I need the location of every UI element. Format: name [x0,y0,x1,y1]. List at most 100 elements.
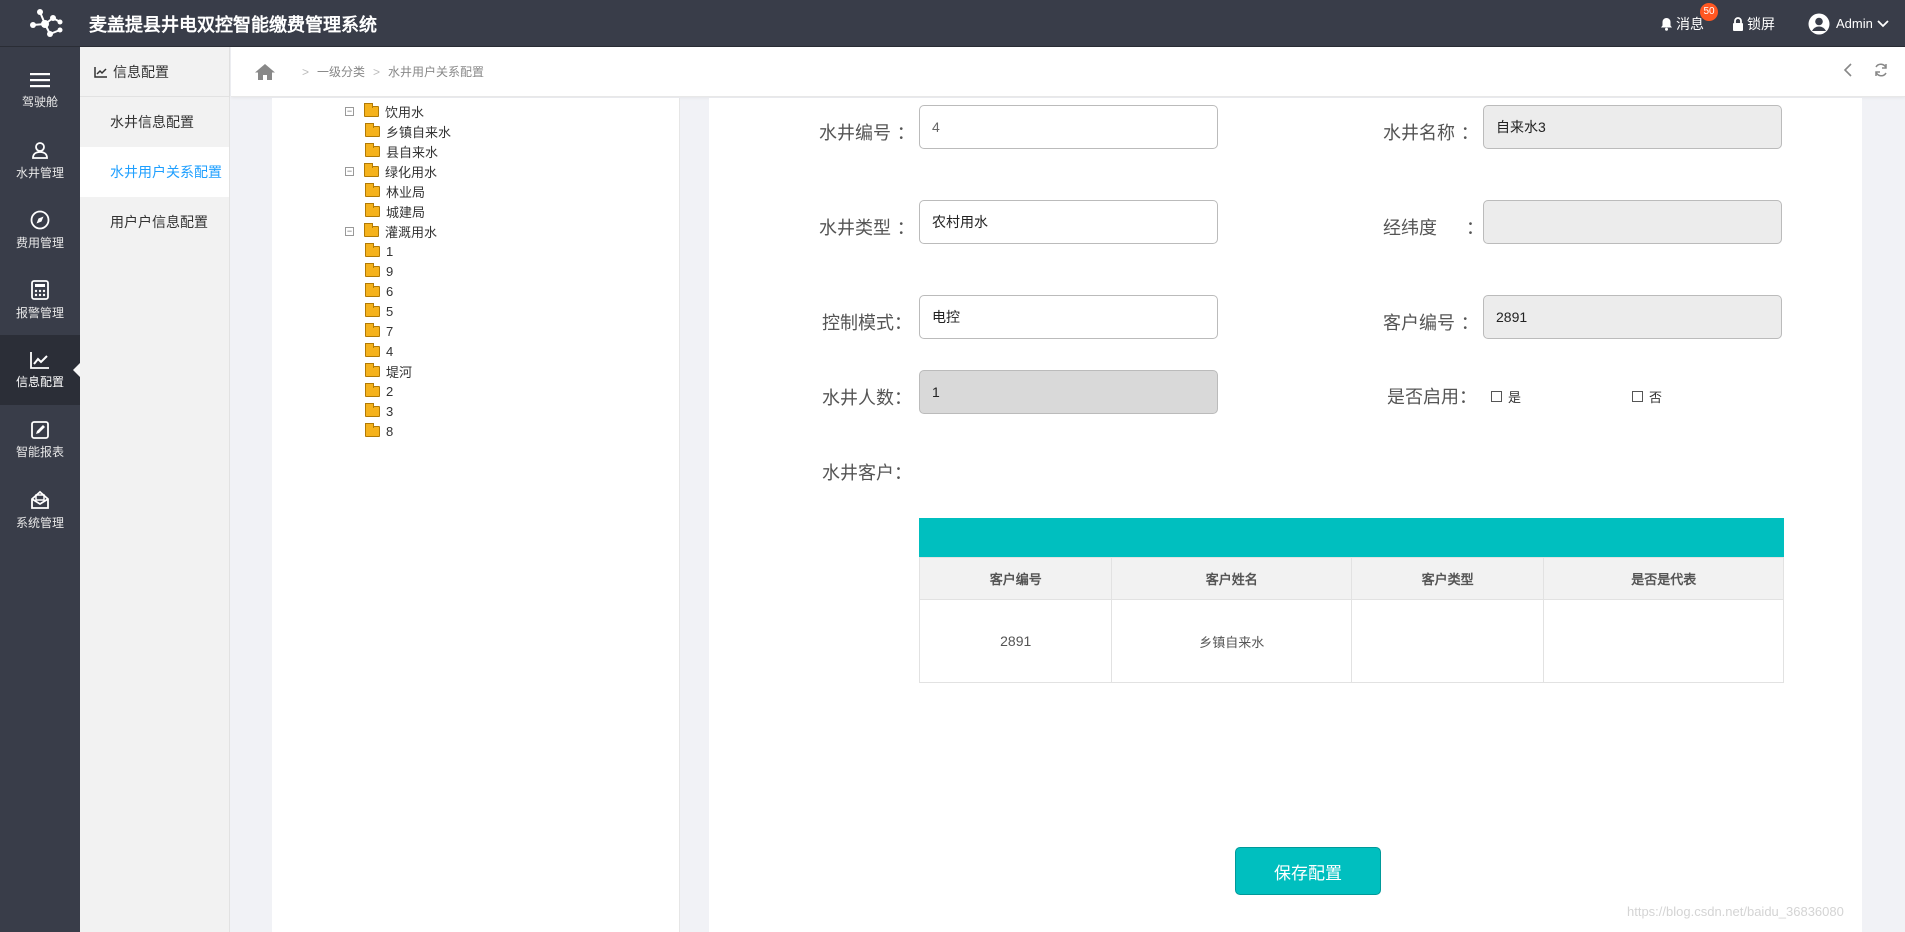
submenu-item-well-user-relation[interactable]: 水井用户关系配置 [80,147,229,197]
table-cell [1543,599,1784,683]
well-customers-label: 水井客户： [822,463,912,484]
column-header[interactable]: 是否是代表 [1543,557,1784,600]
chart-icon [30,351,49,369]
sidebar-item-wells[interactable]: 水井管理 [0,125,80,195]
secondary-menu: 信息配置 水井信息配置 水井用户关系配置 用户户信息配置 [80,47,230,932]
sidebar-item-label: 信息配置 [15,374,64,389]
well-tree-panel: − 饮用水 乡镇自来水 县自来水 − 绿化用水 林业局 城建局 − 灌溉用水 1 9 … [272,98,680,932]
tree-leaf[interactable]: 4 [345,341,451,361]
compass-icon [30,210,50,229]
tree-leaf[interactable]: 6 [345,281,451,301]
tree-group-greening[interactable]: − 绿化用水 [345,161,451,181]
folder-icon [364,222,379,237]
folder-icon [365,362,380,377]
control-mode-field[interactable]: 电控 [919,295,1218,339]
user-menu[interactable]: Admin [1808,0,1892,47]
folder-icon [365,242,380,257]
sidebar-item-label: 驾驶舱 [21,94,58,109]
customer-table-toolbar [919,518,1784,557]
menu-icon [30,72,50,87]
save-config-button[interactable]: 保存配置 [1235,847,1381,895]
tree-group-irrigation[interactable]: − 灌溉用水 [345,221,451,241]
logo-icon [30,9,63,37]
breadcrumb-item-level1[interactable]: > 一级分类 [294,63,365,80]
sidebar-item-label: 水井管理 [15,165,64,180]
table-row[interactable]: 2891 乡镇自来水 [918,599,1784,683]
folder-icon [364,102,379,117]
people-count-label: 水井人数： [822,388,912,409]
tree-leaf[interactable]: 城建局 [345,201,451,221]
folder-icon [365,322,380,337]
chevron-left-icon[interactable] [1843,62,1853,78]
column-header[interactable]: 客户姓名 [1111,557,1352,600]
tree-leaf[interactable]: 堤河 [345,361,451,381]
home-icon[interactable] [254,63,276,81]
chevron-down-icon [1877,19,1889,27]
sidebar-item-reports[interactable]: 智能报表 [0,405,80,475]
folder-icon [364,162,379,177]
messages-label: 消息 [1676,15,1704,32]
checkbox-box[interactable] [1491,391,1502,402]
well-name-field[interactable]: 自来水3 [1483,105,1782,149]
bell-icon [1661,17,1672,31]
column-header[interactable]: 客户编号 [918,557,1113,600]
tree-leaf[interactable]: 3 [345,401,451,421]
sidebar-item-label: 智能报表 [15,444,64,459]
latlng-field[interactable] [1483,200,1782,244]
well-type-field[interactable]: 农村用水 [919,200,1218,244]
message-count-badge: 50 [1700,3,1718,21]
submenu-item-well-info[interactable]: 水井信息配置 [80,97,229,147]
breadcrumb: > 一级分类 > 水井用户关系配置 [231,47,1905,97]
people-count-field[interactable]: 1 [919,370,1218,414]
enabled-no-checkbox[interactable]: 否 [1632,387,1662,406]
checkbox-box[interactable] [1632,391,1643,402]
tree-leaf[interactable]: 1 [345,241,451,261]
collapse-icon[interactable]: − [345,226,354,236]
tree-leaf[interactable]: 7 [345,321,451,341]
main-sidebar: 驾驶舱 水井管理 费用管理 报警管理 信息配置 智能报表 系统管理 [0,47,80,932]
sidebar-item-label: 报警管理 [15,305,64,320]
customer-table: 客户编号 客户姓名 客户类型 是否是代表 2891 乡镇自来水 [918,557,1784,683]
refresh-icon[interactable] [1873,62,1889,78]
submenu-title-label: 信息配置 [113,63,169,80]
collapse-icon[interactable]: − [345,106,354,116]
sidebar-item-label: 系统管理 [15,515,64,530]
folder-icon [365,402,380,417]
collapse-icon[interactable]: − [345,166,354,176]
edit-icon [31,420,49,439]
sidebar-item-label: 费用管理 [15,235,64,250]
folder-icon [365,342,380,357]
folder-icon [365,422,380,437]
tree-leaf[interactable]: 9 [345,261,451,281]
sidebar-item-alarms[interactable]: 报警管理 [0,265,80,335]
tree-leaf[interactable]: 乡镇自来水 [345,121,451,141]
well-no-field[interactable]: 4 [919,105,1218,149]
column-header[interactable]: 客户类型 [1350,557,1545,600]
enabled-yes-checkbox[interactable]: 是 [1491,387,1521,406]
lock-screen-button[interactable]: 锁屏 [1732,0,1775,47]
submenu-item-user-info[interactable]: 用户户信息配置 [80,197,229,247]
tree-leaf[interactable]: 5 [345,301,451,321]
folder-icon [365,182,380,197]
table-header-row: 客户编号 客户姓名 客户类型 是否是代表 [918,557,1784,600]
tree-leaf[interactable]: 2 [345,381,451,401]
sidebar-item-info-config[interactable]: 信息配置 [0,335,80,405]
latlng-label: 经纬度 [1383,218,1437,239]
avatar-icon [1808,13,1830,34]
folder-icon [365,122,380,137]
folder-icon [365,202,380,217]
table-cell: 2891 [918,599,1113,683]
sidebar-item-cockpit[interactable]: 驾驶舱 [0,55,80,125]
customer-no-field[interactable]: 2891 [1483,295,1782,339]
messages-button[interactable]: 消息 50 [1660,0,1718,47]
tree-leaf[interactable]: 林业局 [345,181,451,201]
customer-no-label: 客户编号 ： [1383,313,1479,334]
sidebar-item-fees[interactable]: 费用管理 [0,195,80,265]
tree-group-drinking[interactable]: − 饮用水 [345,101,451,121]
well-type-label: 水井类型 ： [819,218,915,239]
app-title: 麦盖提县井电双控智能缴费管理系统 [89,15,377,36]
sidebar-item-system[interactable]: 系统管理 [0,475,80,545]
tree-leaf[interactable]: 8 [345,421,451,441]
tree-leaf[interactable]: 县自来水 [345,141,451,161]
latlng-colon: ： [1466,218,1484,239]
